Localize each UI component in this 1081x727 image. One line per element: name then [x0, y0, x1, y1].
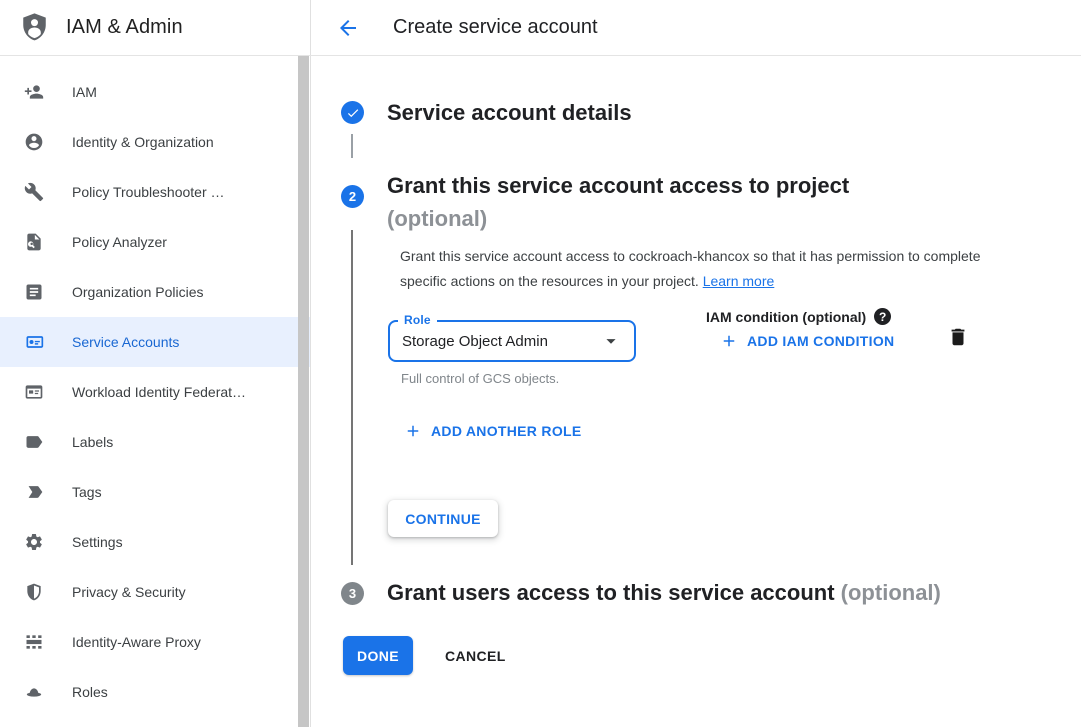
label-icon	[24, 432, 44, 452]
sidebar-item-privacy-security[interactable]: Privacy & Security	[0, 567, 310, 617]
sidebar-item-label: Privacy & Security	[72, 584, 186, 600]
sidebar-item-label: Identity & Organization	[72, 134, 214, 150]
add-iam-condition-button[interactable]: ADD IAM CONDITION	[720, 332, 894, 350]
step2-number: 2	[349, 189, 356, 204]
sidebar-item-label: Policy Analyzer	[72, 234, 167, 250]
page-header: Create service account	[311, 0, 1081, 55]
sidebar-item-policy-troubleshooter[interactable]: Policy Troubleshooter …	[0, 167, 310, 217]
sidebar-scrollbar[interactable]	[298, 56, 310, 727]
role-selected-value: Storage Object Admin	[402, 333, 600, 350]
sidebar-item-label: Service Accounts	[72, 334, 179, 350]
role-select[interactable]: Role Storage Object Admin	[388, 320, 636, 362]
step2-title: Grant this service account access to pro…	[387, 169, 849, 235]
help-icon[interactable]: ?	[874, 308, 891, 325]
sidebar-item-label: Workload Identity Federat…	[72, 384, 246, 400]
step3-number-circle: 3	[341, 582, 364, 605]
sidebar-header: IAM & Admin	[0, 0, 311, 55]
person-add-icon	[24, 82, 44, 102]
step2-number-circle: 2	[341, 185, 364, 208]
add-another-role-label: ADD ANOTHER ROLE	[431, 423, 582, 439]
step2-description-text: Grant this service account access to coc…	[400, 248, 981, 289]
article-icon	[24, 282, 44, 302]
plus-icon	[404, 422, 422, 440]
sidebar-item-label: Labels	[72, 434, 113, 450]
sidebar-item-labels[interactable]: Labels	[0, 417, 310, 467]
step3-title-text: Grant users access to this service accou…	[387, 580, 835, 605]
learn-more-link[interactable]: Learn more	[703, 273, 775, 289]
role-field-label: Role	[398, 313, 437, 327]
iam-admin-shield-icon	[21, 13, 48, 43]
tag-icon	[24, 482, 44, 502]
sidebar-item-label: Organization Policies	[72, 284, 204, 300]
account-circle-icon	[24, 132, 44, 152]
step2-optional-label: (optional)	[387, 202, 849, 235]
dropdown-arrow-icon	[600, 330, 622, 352]
plus-icon	[720, 332, 738, 350]
id-card-icon	[24, 382, 44, 402]
sidebar-item-workload-identity-federat[interactable]: Workload Identity Federat…	[0, 367, 310, 417]
iam-condition-label: IAM condition (optional)	[706, 309, 866, 325]
step1-title: Service account details	[387, 100, 632, 125]
sidebar-item-identity-organization[interactable]: Identity & Organization	[0, 117, 310, 167]
sidebar-item-label: Settings	[72, 534, 123, 550]
back-arrow-icon[interactable]	[336, 16, 360, 40]
step-connector-line	[351, 230, 353, 565]
sidebar-item-service-accounts[interactable]: Service Accounts	[0, 317, 310, 367]
step2-description: Grant this service account access to coc…	[400, 244, 986, 294]
sidebar-nav: IAM Identity & Organization Policy Troub…	[0, 56, 311, 727]
sidebar-item-label: Roles	[72, 684, 108, 700]
page-title: Create service account	[393, 16, 598, 39]
done-button[interactable]: DONE	[343, 636, 413, 675]
sidebar-item-label: IAM	[72, 84, 97, 100]
step1-complete-circle	[341, 101, 364, 124]
sidebar-item-policy-analyzer[interactable]: Policy Analyzer	[0, 217, 310, 267]
wrench-icon	[24, 182, 44, 202]
proxy-grid-icon	[24, 632, 44, 652]
step2-title-text: Grant this service account access to pro…	[387, 173, 849, 198]
add-iam-condition-label: ADD IAM CONDITION	[747, 333, 894, 349]
check-icon	[346, 106, 360, 120]
step3-number: 3	[349, 586, 356, 601]
continue-button[interactable]: CONTINUE	[388, 500, 498, 537]
iam-condition-block: IAM condition (optional) ? ADD IAM CONDI…	[706, 308, 894, 350]
service-account-icon	[24, 332, 44, 352]
sidebar-item-label: Tags	[72, 484, 102, 500]
sidebar-item-organization-policies[interactable]: Organization Policies	[0, 267, 310, 317]
sidebar-item-roles[interactable]: Roles	[0, 667, 310, 717]
delete-role-trash-icon[interactable]	[947, 326, 969, 348]
step3-optional-label: (optional)	[841, 580, 941, 605]
top-header: IAM & Admin Create service account	[0, 0, 1081, 56]
gear-icon	[24, 532, 44, 552]
sidebar-item-iam[interactable]: IAM	[0, 67, 310, 117]
role-helper-text: Full control of GCS objects.	[401, 371, 559, 386]
product-title: IAM & Admin	[66, 16, 183, 39]
sidebar-item-identity-aware-proxy[interactable]: Identity-Aware Proxy	[0, 617, 310, 667]
shield-half-icon	[24, 582, 44, 602]
hat-icon	[24, 682, 44, 702]
step3-title: Grant users access to this service accou…	[387, 580, 941, 606]
doc-search-icon	[24, 232, 44, 252]
add-another-role-button[interactable]: ADD ANOTHER ROLE	[404, 422, 582, 440]
sidebar-scrollbar-thumb[interactable]	[298, 56, 309, 727]
sidebar-item-settings[interactable]: Settings	[0, 517, 310, 567]
sidebar-item-label: Identity-Aware Proxy	[72, 634, 201, 650]
sidebar-item-tags[interactable]: Tags	[0, 467, 310, 517]
sidebar-item-label: Policy Troubleshooter …	[72, 184, 225, 200]
step-connector-line	[351, 134, 353, 158]
create-service-account-form: Service account details 2 Grant this ser…	[311, 56, 1081, 727]
cancel-button[interactable]: CANCEL	[432, 636, 519, 675]
